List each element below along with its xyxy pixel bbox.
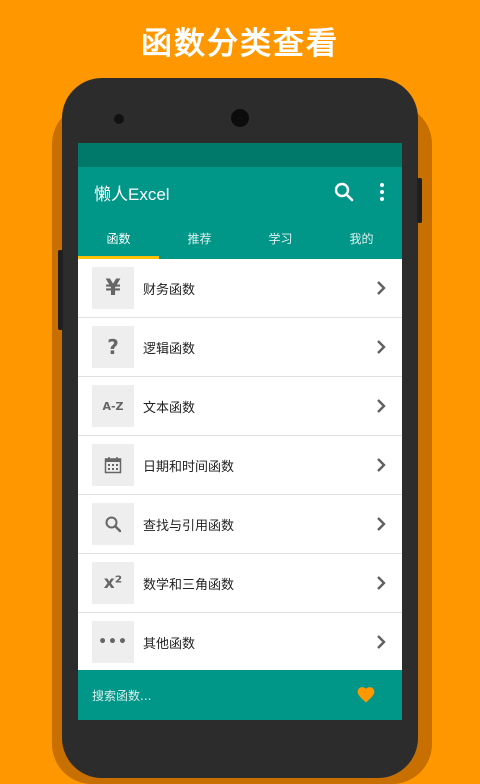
status-bar <box>78 143 402 167</box>
list-item-logical[interactable]: ? 逻辑函数 <box>78 318 402 377</box>
tab-bar: 函数 推荐 学习 我的 <box>78 217 402 259</box>
tab-learn[interactable]: 学习 <box>240 217 321 259</box>
chevron-right-icon <box>377 635 386 649</box>
chevron-right-icon <box>377 576 386 590</box>
list-item-label: 文本函数 <box>143 400 196 416</box>
chevron-right-icon <box>377 281 386 295</box>
heart-icon[interactable] <box>356 685 376 705</box>
list-item-label: 查找与引用函数 <box>143 518 235 534</box>
search-input[interactable]: 搜索函数... <box>92 687 151 704</box>
list-item-label: 日期和时间函数 <box>143 459 235 475</box>
chevron-right-icon <box>377 458 386 472</box>
list-item-label: 逻辑函数 <box>143 341 196 357</box>
list-item-label: 数学和三角函数 <box>143 577 235 593</box>
list-item-text[interactable]: A-Z 文本函数 <box>78 377 402 436</box>
volume-button <box>58 250 63 330</box>
app-bar: 懒人Excel <box>78 167 402 217</box>
question-icon: ? <box>92 326 134 368</box>
yen-icon: ¥ <box>92 267 134 309</box>
list-item-other[interactable]: ••• 其他函数 <box>78 613 402 671</box>
list-item-label: 财务函数 <box>143 282 196 298</box>
list-item-date-time[interactable]: 日期和时间函数 <box>78 436 402 495</box>
tab-recommended[interactable]: 推荐 <box>159 217 240 259</box>
calendar-icon <box>92 444 134 486</box>
more-vert-icon[interactable] <box>370 180 394 204</box>
front-camera <box>231 109 249 127</box>
more-horiz-icon: ••• <box>92 621 134 663</box>
search-icon[interactable] <box>332 180 356 204</box>
phone-screen: 懒人Excel 函数 推荐 学习 我的 ¥ 财务函数 ? 逻辑函数 A-Z 文本 <box>78 143 402 720</box>
text-az-icon: A-Z <box>92 385 134 427</box>
list-item-lookup[interactable]: 查找与引用函数 <box>78 495 402 554</box>
speaker <box>114 114 124 124</box>
math-icon: x² <box>92 562 134 604</box>
search-icon <box>92 503 134 545</box>
power-button <box>417 178 422 223</box>
category-list: ¥ 财务函数 ? 逻辑函数 A-Z 文本函数 日期和时间函数 查找与引用函数 x… <box>78 259 402 671</box>
tab-mine[interactable]: 我的 <box>321 217 402 259</box>
chevron-right-icon <box>377 340 386 354</box>
list-item-math[interactable]: x² 数学和三角函数 <box>78 554 402 613</box>
list-item-financial[interactable]: ¥ 财务函数 <box>78 259 402 318</box>
headline: 函数分类查看 <box>141 26 339 62</box>
chevron-right-icon <box>377 399 386 413</box>
app-title: 懒人Excel <box>94 185 170 204</box>
list-item-label: 其他函数 <box>143 636 196 652</box>
bottom-search-bar[interactable]: 搜索函数... <box>78 670 402 720</box>
chevron-right-icon <box>377 517 386 531</box>
tab-functions[interactable]: 函数 <box>78 217 159 259</box>
